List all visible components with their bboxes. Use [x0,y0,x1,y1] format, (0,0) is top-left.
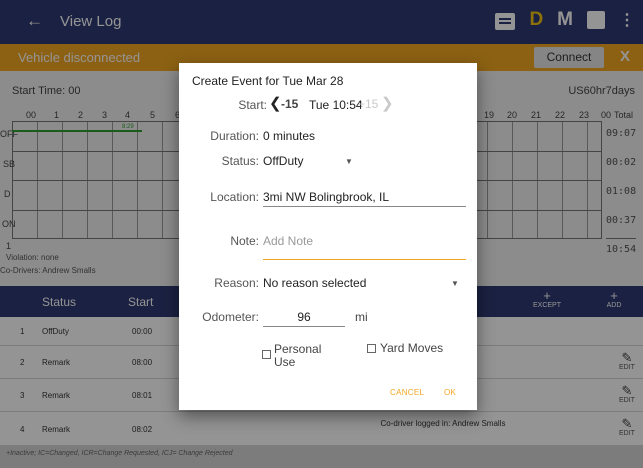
yard-moves-checkbox[interactable] [367,344,376,353]
caret-down-icon[interactable]: ▼ [451,279,459,288]
start-value: Tue 10:54 [309,98,363,112]
location-label: Location: [210,190,259,204]
location-underline [263,206,466,207]
note-label: Note: [230,234,259,248]
chevron-left-icon[interactable]: ❮ [269,94,282,112]
odometer-input[interactable]: 96 [263,310,345,324]
personal-use-checkbox[interactable] [262,350,271,359]
start-label: Start: [238,98,267,112]
reason-label: Reason: [214,276,259,290]
plus-15-button[interactable]: +15 [358,97,378,111]
odometer-unit: mi [355,310,368,324]
chevron-right-icon[interactable]: ❯ [381,94,394,112]
note-underline [263,259,466,260]
location-field[interactable]: 3mi NW Bolingbrook, IL [263,190,389,204]
dialog-title: Create Event for Tue Mar 28 [192,74,344,88]
status-select[interactable]: OffDuty [263,154,303,168]
ok-button[interactable]: OK [444,388,456,397]
duration-value: 0 minutes [263,129,316,143]
personal-use-label: Personal Use [274,342,322,369]
note-input[interactable]: Add Note [263,234,313,248]
cancel-button[interactable]: CANCEL [390,388,424,397]
odometer-underline [263,326,345,327]
odometer-label: Odometer: [202,310,259,324]
yard-moves-label: Yard Moves [380,341,444,355]
minus-15-button[interactable]: -15 [281,97,298,111]
reason-select[interactable]: No reason selected [263,276,366,290]
create-event-dialog: Create Event for Tue Mar 28 Start: ❮ -15… [179,63,477,410]
duration-label: Duration: [210,129,259,143]
status-label: Status: [221,154,259,168]
caret-down-icon[interactable]: ▼ [345,157,353,166]
